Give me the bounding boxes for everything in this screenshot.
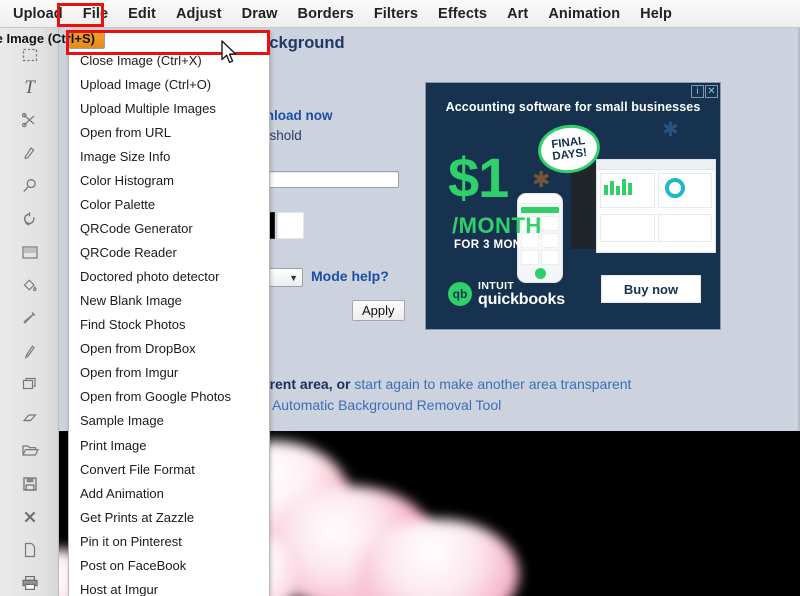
- menu-item-upload-image[interactable]: Upload Image (Ctrl+O): [69, 73, 269, 97]
- scissors-crop-icon[interactable]: [0, 104, 59, 137]
- menu-help[interactable]: Help: [631, 2, 681, 26]
- apply-button[interactable]: Apply: [352, 300, 405, 321]
- mode-select[interactable]: ▼: [267, 268, 303, 287]
- mode-select-wrap: ▼: [267, 268, 303, 287]
- print-icon[interactable]: [0, 566, 59, 596]
- save-disk-icon[interactable]: [0, 467, 59, 500]
- menu-item-convert-file-format[interactable]: Convert File Format: [69, 458, 269, 482]
- layers-copy-icon[interactable]: [0, 368, 59, 401]
- firework-decor-icon-2: ✱: [662, 119, 679, 141]
- new-page-icon[interactable]: [0, 533, 59, 566]
- text-tool-icon[interactable]: T: [0, 71, 59, 104]
- mode-help-link[interactable]: Mode help?: [311, 268, 389, 284]
- eraser-icon[interactable]: [0, 401, 59, 434]
- menu-file[interactable]: File: [74, 2, 117, 26]
- menu-animation[interactable]: Animation: [539, 2, 629, 26]
- menu-item-open-from-dropbox[interactable]: Open from DropBox: [69, 337, 269, 361]
- menu-item-color-histogram[interactable]: Color Histogram: [69, 169, 269, 193]
- file-dropdown-menu[interactable]: Save Image (Ctrl+S) Close Image (Ctrl+X)…: [0, 30, 270, 596]
- app-window: Upload File Edit Adjust Draw Borders Fil…: [0, 0, 800, 596]
- magnifier-zoom-icon[interactable]: [0, 170, 59, 203]
- firework-decor-icon-3: ✱: [532, 167, 551, 192]
- menu-adjust[interactable]: Adjust: [167, 2, 231, 26]
- ad-brand-line2: quickbooks: [478, 290, 565, 308]
- menu-item-pin-it-on-pinterest[interactable]: Pin it on Pinterest: [69, 530, 269, 554]
- advertisement[interactable]: ✱ ✱ ✱ i ✕ Accounting software for small …: [425, 82, 721, 330]
- menu-item-color-palette[interactable]: Color Palette: [69, 193, 269, 217]
- menu-item-sample-image[interactable]: Sample Image: [69, 409, 269, 433]
- menu-draw[interactable]: Draw: [233, 2, 287, 26]
- menu-item-print-image[interactable]: Print Image: [69, 434, 269, 458]
- menu-item-upload-multiple-images[interactable]: Upload Multiple Images: [69, 97, 269, 121]
- chevron-down-icon: ▼: [289, 272, 298, 283]
- menu-item-find-stock-photos[interactable]: Find Stock Photos: [69, 313, 269, 337]
- menu-item-close-image[interactable]: Close Image (Ctrl+X): [69, 49, 269, 73]
- menu-item-doctored-photo-detector[interactable]: Doctored photo detector: [69, 265, 269, 289]
- ad-brand-logo: qb INTUIT quickbooks: [448, 281, 565, 308]
- ad-phone-fab-icon: [534, 268, 546, 279]
- ad-buy-now-button[interactable]: Buy now: [601, 275, 701, 303]
- menu-item-open-from-url[interactable]: Open from URL: [69, 121, 269, 145]
- menu-item-image-size-info[interactable]: Image Size Info: [69, 145, 269, 169]
- close-x-icon[interactable]: [0, 500, 59, 533]
- open-folder-icon[interactable]: [0, 434, 59, 467]
- ad-mini-donut-chart: [664, 178, 685, 198]
- ad-brand-line1: INTUIT: [478, 280, 515, 292]
- ad-price-period: /MONTH: [452, 213, 542, 238]
- auto-bg-removal-link[interactable]: Automatic Background Removal Tool: [272, 397, 501, 413]
- ad-dashboard-screenshot: [596, 159, 716, 253]
- menu-borders[interactable]: Borders: [289, 2, 363, 26]
- menu-edit[interactable]: Edit: [119, 2, 165, 26]
- menu-item-open-from-google-photos[interactable]: Open from Google Photos: [69, 385, 269, 409]
- ad-headline: Accounting software for small businesses: [445, 100, 701, 114]
- menu-item-add-animation[interactable]: Add Animation: [69, 482, 269, 506]
- menu-item-host-at-imgur[interactable]: Host at Imgur: [69, 578, 269, 596]
- swatch-white[interactable]: [277, 212, 304, 239]
- menu-item-qrcode-reader[interactable]: QRCode Reader: [69, 241, 269, 265]
- menu-effects[interactable]: Effects: [429, 2, 496, 26]
- quickbooks-logo-icon: qb: [448, 282, 472, 307]
- paint-bucket-icon[interactable]: [0, 269, 59, 302]
- pen-draw-icon[interactable]: [0, 335, 59, 368]
- ad-info-icon[interactable]: i: [691, 85, 704, 98]
- menu-upload[interactable]: Upload: [4, 2, 72, 26]
- menu-filters[interactable]: Filters: [365, 2, 427, 26]
- menu-item-open-from-imgur[interactable]: Open from Imgur: [69, 361, 269, 385]
- start-again-link[interactable]: start again to make another area transpa…: [354, 376, 631, 392]
- rotate-refresh-icon[interactable]: [0, 203, 59, 236]
- ad-price: $1: [448, 146, 509, 209]
- menu-item-qrcode-generator[interactable]: QRCode Generator: [69, 217, 269, 241]
- eyedropper-icon[interactable]: [0, 302, 59, 335]
- paintbrush-icon[interactable]: [0, 137, 59, 170]
- page-title-suffix: ackground: [260, 34, 345, 52]
- threshold-input[interactable]: [264, 171, 399, 188]
- menu-item-new-blank-image[interactable]: New Blank Image: [69, 289, 269, 313]
- gradient-fill-icon[interactable]: [0, 236, 59, 269]
- menu-item-post-on-facebook[interactable]: Post on FaceBook: [69, 554, 269, 578]
- menu-bar: Upload File Edit Adjust Draw Borders Fil…: [0, 0, 800, 28]
- ad-terms: FOR 3 MONTHS: [454, 239, 546, 251]
- ad-controls: i ✕: [691, 85, 718, 98]
- ad-mini-bar-chart: [604, 177, 654, 195]
- menu-item-save-image[interactable]: Save Image (Ctrl+S): [0, 30, 105, 49]
- left-toolbar: T: [0, 28, 59, 596]
- menu-art[interactable]: Art: [498, 2, 537, 26]
- ad-close-icon[interactable]: ✕: [705, 85, 718, 98]
- instruction-line-1: transparent area, or start again to make…: [219, 376, 631, 392]
- menu-item-get-prints-at-zazzle[interactable]: Get Prints at Zazzle: [69, 506, 269, 530]
